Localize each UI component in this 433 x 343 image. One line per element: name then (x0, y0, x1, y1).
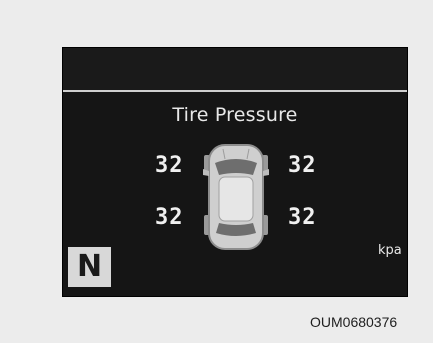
car-top-view-icon (203, 144, 269, 250)
tire-pressure-title: Tire Pressure (172, 104, 298, 126)
tpms-display-panel: Tire Pressure 32 32 32 32 kpa N (62, 47, 408, 297)
rear-left-tire-pressure: 32 (155, 205, 184, 230)
gear-indicator: N (68, 247, 111, 287)
front-right-tire-pressure: 32 (288, 153, 317, 178)
image-code-caption: OUM0680376 (310, 314, 398, 330)
front-left-tire-pressure: 32 (155, 153, 184, 178)
pressure-unit-label: kpa (378, 243, 402, 258)
display-top-bar (63, 48, 407, 92)
rear-right-tire-pressure: 32 (288, 205, 317, 230)
